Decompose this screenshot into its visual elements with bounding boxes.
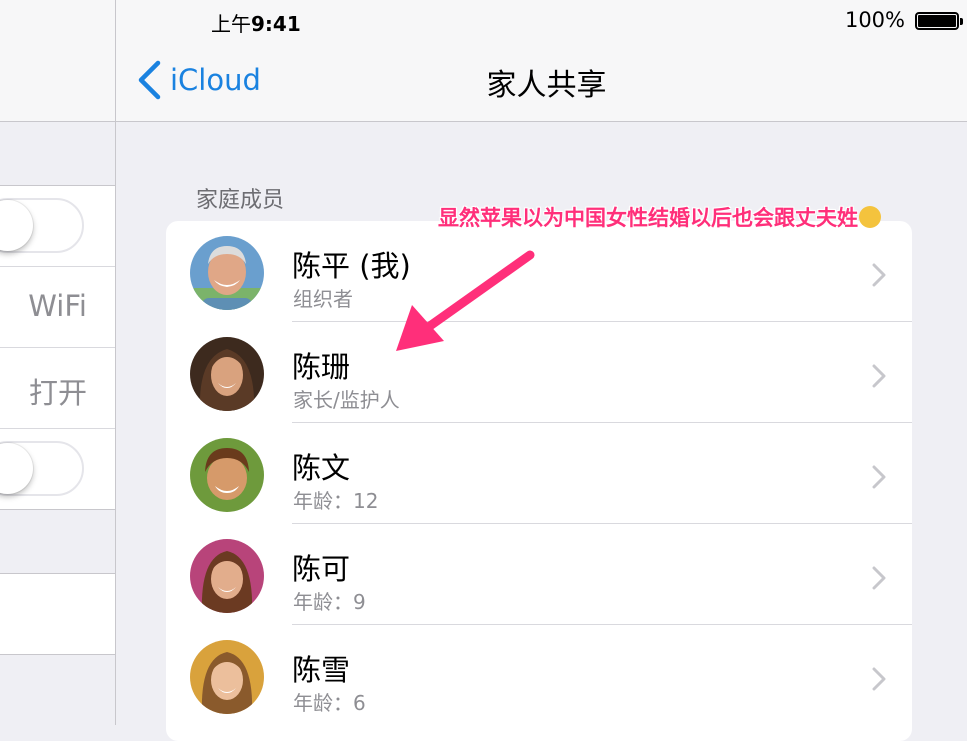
worried-face-icon [859,206,881,228]
section-header: 家庭成员 [196,188,285,213]
avatar [190,337,264,411]
battery-percentage: 100% [844,8,905,32]
member-role: 年龄：12 [293,489,379,513]
member-row-chen-ke[interactable]: 陈可 年龄：9 [166,524,912,625]
member-name: 陈可 [292,552,351,586]
master-row-open[interactable]: 打开 [0,348,115,429]
member-role: 年龄：6 [293,691,366,715]
member-role: 组织者 [293,287,353,311]
member-name: 陈珊 [292,350,351,384]
chevron-right-icon [872,263,886,287]
open-value: 打开 [28,376,87,410]
avatar [190,640,264,714]
member-row-chen-wen[interactable]: 陈文 年龄：12 [166,423,912,524]
toggle-switch-off[interactable] [0,198,84,253]
toggle-switch-off[interactable] [0,441,84,496]
member-role: 家长/监护人 [293,388,400,412]
switch-knob [0,200,33,251]
annotation-arrow-icon [396,250,535,351]
chevron-right-icon [872,667,886,691]
master-navbar [0,0,115,122]
avatar [190,236,264,310]
master-row-toggle-1[interactable] [0,186,115,267]
member-name: 陈文 [292,451,351,485]
navigation-bar: 上午9:41 100% iCloud 家人共享 [116,0,967,122]
wifi-value: WiFi [28,289,87,323]
chevron-right-icon [872,566,886,590]
switch-knob [0,443,33,494]
member-row-chen-xue[interactable]: 陈雪 年龄：6 [166,625,912,726]
master-pane: WiFi 打开 [0,0,116,725]
master-settings-group: WiFi 打开 [0,185,115,510]
battery-icon [915,12,963,30]
avatar [190,438,264,512]
status-time: 上午9:41 [211,12,301,36]
master-row-toggle-2[interactable] [0,429,115,509]
page-title: 家人共享 [486,68,607,103]
master-settings-group-2[interactable] [0,573,115,655]
master-row-wifi[interactable]: WiFi [0,267,115,348]
annotation-caption: 显然苹果以为中国女性结婚以后也会跟丈夫姓 [438,202,881,232]
member-name: 陈雪 [292,653,351,687]
avatar [190,539,264,613]
member-role: 年龄：9 [293,590,366,614]
chevron-right-icon [872,364,886,388]
chevron-right-icon [872,465,886,489]
detail-pane: 上午9:41 100% iCloud 家人共享 家庭成员 陈平 (我) 组织者 … [116,0,967,741]
